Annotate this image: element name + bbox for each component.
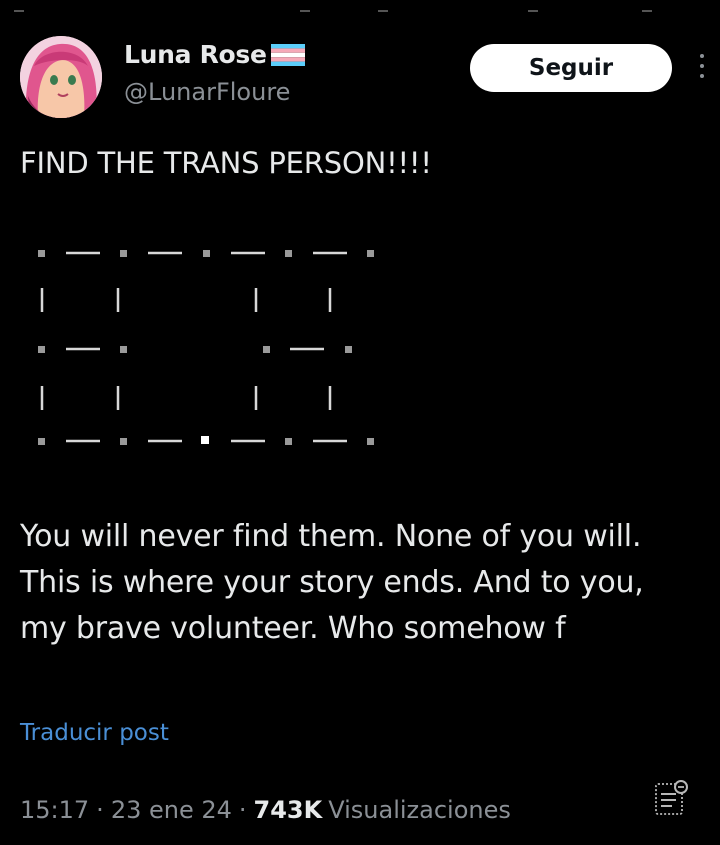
post-headline: FIND THE TRANS PERSON!!!! xyxy=(20,146,432,180)
post-time: 15:17 xyxy=(20,796,90,824)
views-label[interactable]: Visualizaciones xyxy=(328,796,511,824)
post-body: You will never find them. None of you wi… xyxy=(20,519,644,646)
post-analytics-icon[interactable] xyxy=(654,778,690,818)
ascii-grid-art xyxy=(38,250,374,445)
meta-separator: · xyxy=(238,796,247,824)
user-name[interactable]: Luna Rose xyxy=(124,40,267,69)
translate-post-link[interactable]: Traducir post xyxy=(20,720,169,746)
meta-separator: · xyxy=(96,796,104,824)
user-name-row: Luna Rose xyxy=(124,40,305,69)
user-handle[interactable]: @LunarFloure xyxy=(124,78,290,106)
post-date: 23 ene 24 xyxy=(110,796,232,824)
post-meta: 15:17 · 23 ene 24 · 743K Visualizaciones xyxy=(20,796,511,824)
post-header: Luna Rose @LunarFloure Seguir xyxy=(20,36,720,126)
follow-button[interactable]: Seguir xyxy=(470,44,672,92)
status-bar-fragments xyxy=(0,10,720,16)
more-options-icon[interactable] xyxy=(698,54,706,84)
views-count[interactable]: 743K xyxy=(254,796,323,824)
avatar[interactable] xyxy=(20,36,102,118)
trans-flag-icon xyxy=(270,43,305,66)
